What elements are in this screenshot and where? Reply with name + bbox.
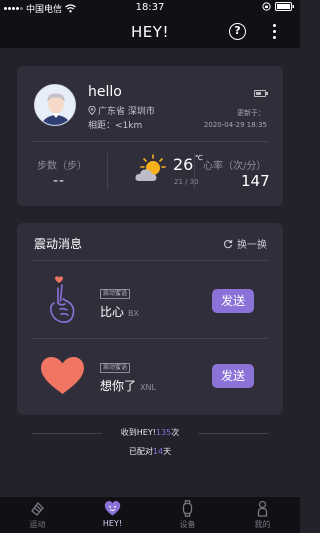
updated-label: 更新于： [237, 109, 265, 117]
steps-value: -- [53, 173, 66, 189]
message-code: XNL [140, 383, 156, 392]
heart-icon [41, 357, 84, 394]
tab-device[interactable]: 设备 [150, 497, 225, 533]
divider [107, 153, 108, 189]
received-count: 135 [155, 428, 172, 437]
help-button[interactable]: ? [229, 23, 246, 40]
paired-summary: 已配对14天 [0, 446, 300, 457]
send-button[interactable]: 发送 [212, 364, 254, 388]
received-suffix: 次 [171, 428, 180, 437]
divider [32, 260, 268, 261]
message-badge: 震动蜜语 [100, 363, 131, 373]
tab-label: 运动 [29, 520, 46, 529]
status-right [262, 2, 295, 11]
avatar[interactable] [34, 84, 76, 126]
message-text: 比心 BX [100, 303, 139, 320]
message-text: 想你了 XNL [100, 377, 156, 394]
partly-cloudy-icon [135, 154, 166, 181]
watch-icon [182, 500, 193, 517]
heart-rate-label: 心率（次/分） [203, 161, 267, 172]
steps-label: 步数（步） [37, 161, 87, 172]
tab-label: 设备 [179, 520, 196, 529]
message-code: BX [128, 309, 139, 318]
refresh-button[interactable]: 换一换 [223, 236, 267, 251]
tab-label: 我的 [254, 520, 271, 529]
person-icon [257, 500, 268, 517]
tab-label: HEY! [102, 519, 123, 528]
message-label: 比心 [100, 305, 125, 319]
partner-status-card: hello 广东省 深圳市 相距：<1km 更新于： 2020-04-29 18… [17, 66, 283, 206]
battery-icon [254, 90, 268, 97]
bottom-tab-bar: 运动 HEY! 设备 我的 [0, 497, 300, 533]
received-summary: 收到HEY!135次 [0, 427, 300, 438]
battery-status-icon [275, 2, 294, 11]
sport-icon [31, 502, 44, 516]
status-bar: 中国电信 18:37 [0, 0, 300, 16]
divider [32, 141, 268, 142]
paired-suffix: 天 [163, 447, 172, 456]
temperature-unit: ℃ [195, 154, 203, 162]
more-menu-button[interactable] [268, 24, 280, 40]
divider [194, 153, 195, 189]
updated-time: 2020-04-29 18:35 [203, 121, 267, 129]
status-time: 18:37 [135, 2, 165, 13]
distance-text: 相距：<1km [88, 121, 143, 131]
tab-mine[interactable]: 我的 [225, 497, 300, 533]
vibration-messages-card: 震动消息 换一换 震动蜜语 比心 BX 发送 震动蜜语 想你了 XNL 发送 [17, 223, 283, 415]
orientation-lock-icon [262, 2, 271, 11]
send-button[interactable]: 发送 [212, 289, 254, 313]
message-badge: 震动蜜语 [100, 289, 131, 299]
message-label: 想你了 [100, 379, 137, 393]
location-pin-icon [88, 106, 96, 115]
app-header: HEY! ? [0, 16, 300, 48]
page-title: HEY! [131, 23, 169, 41]
refresh-icon [223, 239, 233, 248]
temperature-value: 26 [173, 155, 194, 174]
section-title: 震动消息 [34, 237, 83, 251]
tab-sport[interactable]: 运动 [0, 497, 75, 533]
refresh-label: 换一换 [237, 240, 267, 251]
finger-heart-icon [50, 276, 75, 323]
paired-prefix: 已配对 [128, 447, 153, 456]
location-row: 广东省 深圳市 [88, 104, 155, 117]
tab-hey[interactable]: HEY! [75, 497, 150, 533]
partner-name: hello [88, 84, 122, 100]
divider [32, 338, 268, 339]
heart-rate-value: 147 [241, 172, 270, 190]
location-text: 广东省 深圳市 [98, 107, 155, 117]
received-prefix: 收到HEY! [120, 428, 156, 437]
hey-heart-icon [104, 501, 121, 516]
paired-days: 14 [152, 447, 164, 456]
